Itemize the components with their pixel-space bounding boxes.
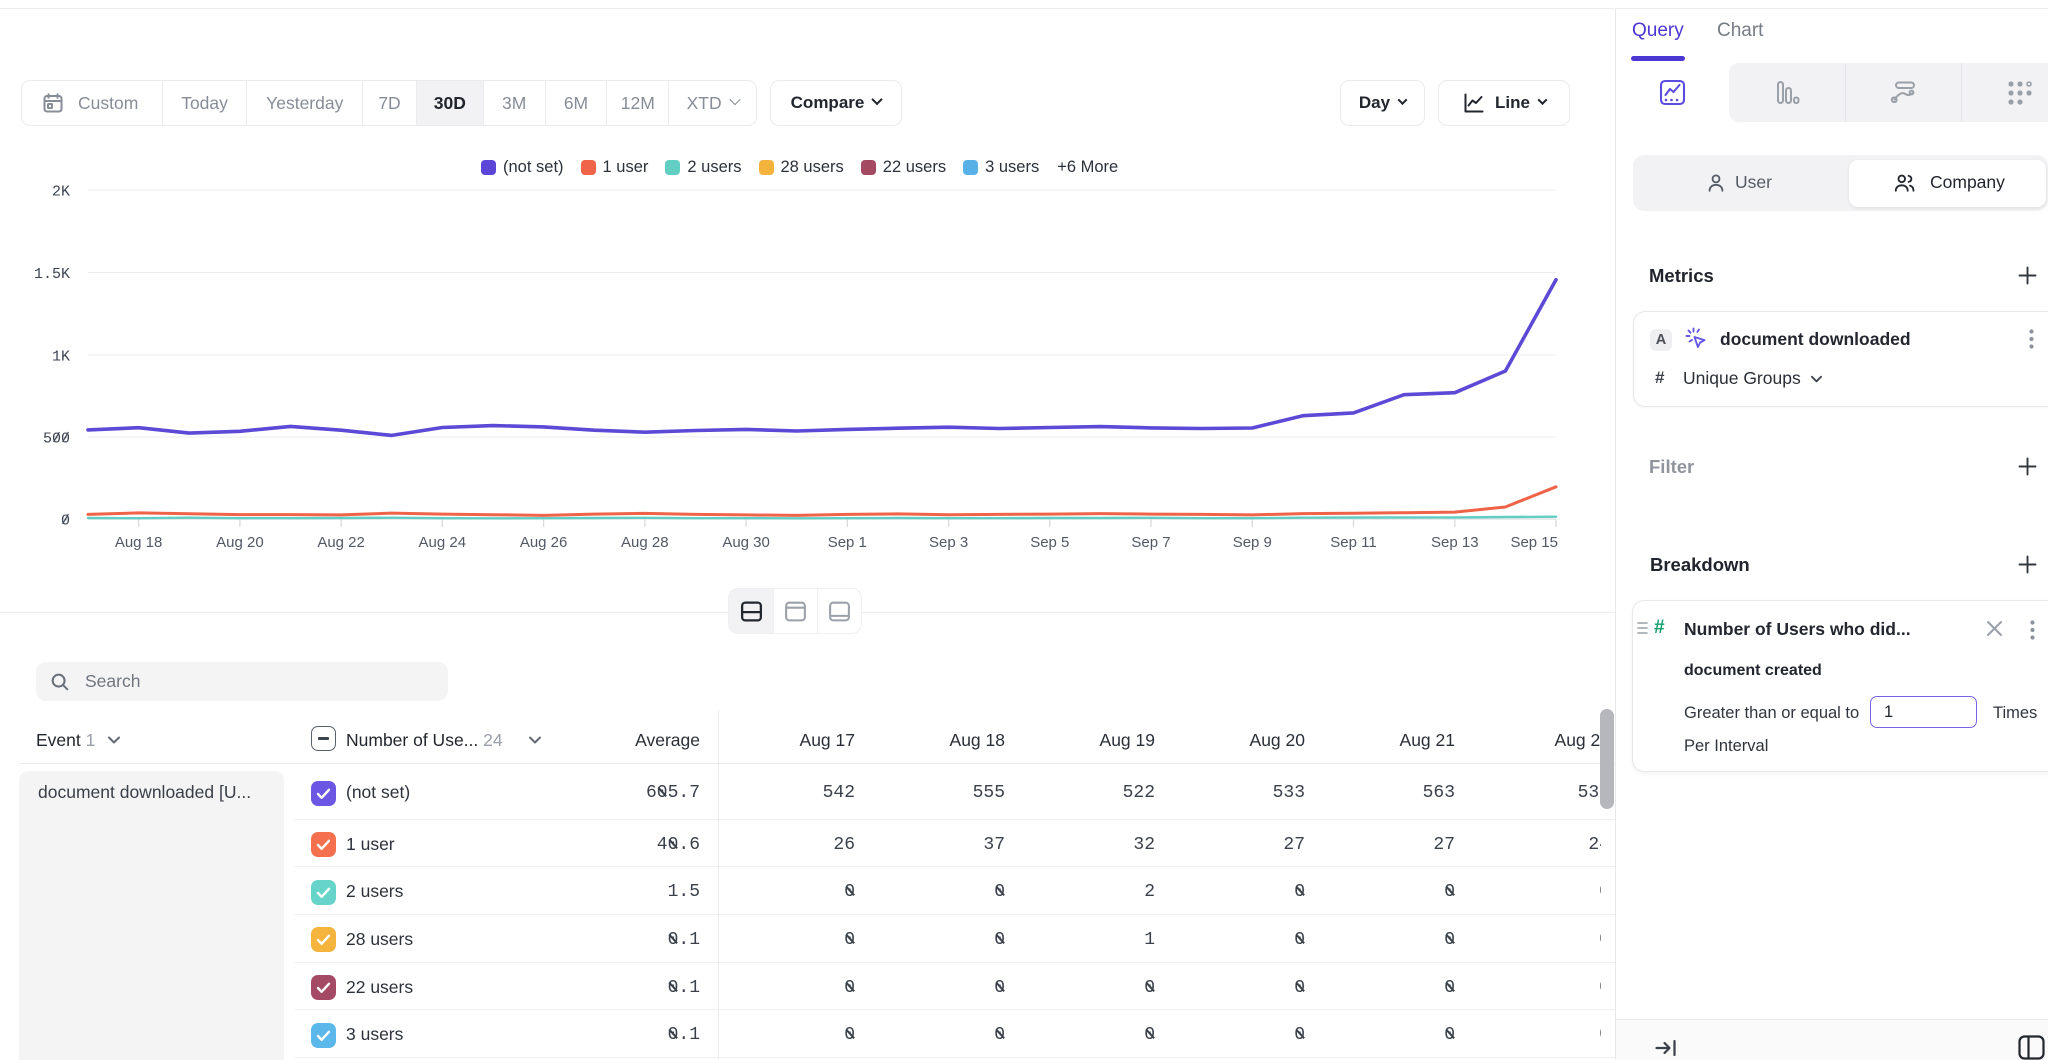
svg-text:Sep 5: Sep 5 — [1030, 534, 1069, 551]
svg-text:500: 500 — [43, 431, 70, 448]
svg-text:2K: 2K — [52, 184, 70, 201]
svg-text:Aug 20: Aug 20 — [216, 534, 264, 551]
svg-text:Aug 30: Aug 30 — [722, 534, 770, 551]
svg-text:Aug 26: Aug 26 — [520, 534, 568, 551]
svg-text:Sep 11: Sep 11 — [1330, 534, 1376, 551]
svg-text:Sep 3: Sep 3 — [929, 534, 968, 551]
svg-text:Sep 13: Sep 13 — [1431, 534, 1479, 551]
svg-text:1K: 1K — [52, 349, 70, 366]
svg-text:Sep 1: Sep 1 — [828, 534, 867, 551]
svg-text:Aug 24: Aug 24 — [419, 534, 467, 551]
svg-text:1.5K: 1.5K — [34, 266, 70, 283]
svg-text:0: 0 — [61, 513, 70, 530]
svg-text:Aug 28: Aug 28 — [621, 534, 669, 551]
svg-text:Aug 18: Aug 18 — [115, 534, 163, 551]
svg-text:Aug 22: Aug 22 — [317, 534, 365, 551]
svg-text:Sep 7: Sep 7 — [1131, 534, 1170, 551]
svg-text:Sep 9: Sep 9 — [1233, 534, 1272, 551]
